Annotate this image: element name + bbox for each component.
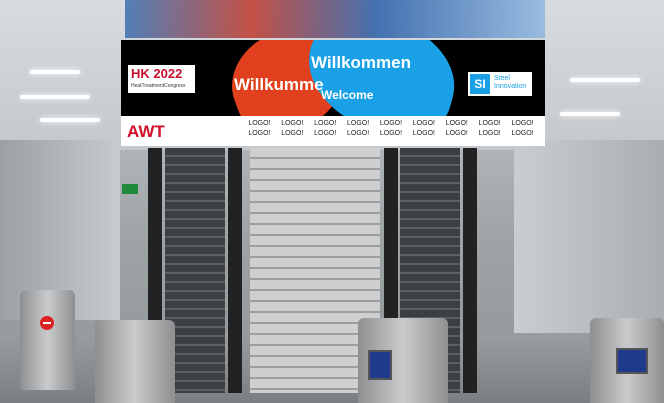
awt-logo: AWT bbox=[127, 122, 165, 141]
sponsor-logo: LOGO! bbox=[347, 130, 370, 137]
sponsor-logo: LOGO! bbox=[347, 120, 370, 127]
steel-innovation-logo: SI Steel Innovation bbox=[468, 72, 532, 96]
sponsor-logo: LOGO! bbox=[412, 130, 435, 137]
escalator-handrail bbox=[228, 148, 242, 393]
sponsor-logo: LOGO! bbox=[248, 130, 271, 137]
sponsor-logo: LOGO! bbox=[379, 120, 403, 127]
sponsor-logo: LOGO! bbox=[478, 130, 501, 137]
sponsor-logo: LOGO! bbox=[281, 130, 304, 137]
ceiling-light bbox=[40, 118, 100, 122]
ceiling-light bbox=[20, 95, 90, 99]
si-text: Steel Innovation bbox=[494, 75, 526, 91]
banner-graphic: HK 2022 HeatTreatmentCongress Willkommen… bbox=[121, 40, 545, 116]
si-text-line1: Steel bbox=[494, 75, 510, 82]
si-text-line2: Innovation bbox=[494, 83, 527, 90]
sponsor-logo-grid: LOGO! LOGO! LOGO! LOGO! LOGO! LOGO! LOGO… bbox=[243, 120, 539, 137]
sponsor-logo: LOGO! bbox=[511, 130, 534, 137]
sponsor-logo: LOGO! bbox=[478, 120, 501, 127]
sponsor-logo: LOGO! bbox=[314, 130, 337, 137]
event-subtitle: HeatTreatmentCongress bbox=[131, 83, 186, 89]
sponsor-logo: LOGO! bbox=[281, 120, 304, 127]
turnstile-gate bbox=[95, 320, 175, 403]
event-title: HK 2022 bbox=[131, 66, 183, 81]
welcome-swiss-german: Willkumme bbox=[234, 75, 324, 94]
si-mark: SI bbox=[470, 74, 490, 94]
right-wall bbox=[514, 140, 664, 340]
sponsor-logo: LOGO! bbox=[412, 120, 435, 127]
sponsor-logo: LOGO! bbox=[248, 120, 271, 127]
ceiling-mural bbox=[125, 0, 545, 38]
sponsor-logo: LOGO! bbox=[314, 120, 337, 127]
hk-2022-logo: HK 2022 HeatTreatmentCongress bbox=[128, 65, 195, 93]
sponsor-logo: LOGO! bbox=[445, 130, 468, 137]
ceiling-light bbox=[560, 112, 620, 116]
sponsor-logo: LOGO! bbox=[379, 130, 403, 137]
welcome-banner: HK 2022 HeatTreatmentCongress Willkommen… bbox=[121, 40, 545, 146]
sponsor-logo: LOGO! bbox=[511, 120, 534, 127]
escalator-handrail bbox=[463, 148, 477, 393]
ticket-scanner-screen bbox=[616, 348, 648, 374]
photo-scene: HK 2022 HeatTreatmentCongress Willkommen… bbox=[0, 0, 664, 403]
sponsor-logo: LOGO! bbox=[445, 120, 468, 127]
ticket-scanner-screen bbox=[368, 350, 392, 380]
welcome-english: Welcome bbox=[321, 88, 374, 102]
exit-sign-icon bbox=[122, 184, 138, 194]
turnstile-gate bbox=[20, 290, 75, 390]
sponsor-strip: AWT LOGO! LOGO! LOGO! LOGO! LOGO! LOGO! … bbox=[121, 116, 545, 146]
welcome-german: Willkommen bbox=[311, 53, 411, 72]
ceiling-light bbox=[30, 70, 80, 74]
no-entry-icon bbox=[40, 316, 54, 330]
ceiling-light bbox=[570, 78, 640, 82]
